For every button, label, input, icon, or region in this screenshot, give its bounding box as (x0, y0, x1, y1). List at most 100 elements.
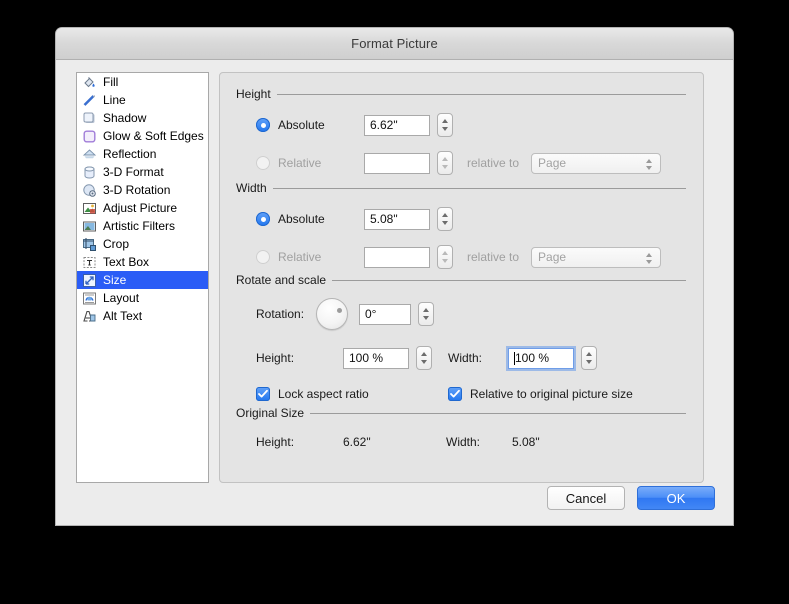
checkmark-icon (450, 389, 460, 398)
height-relative-label: Relative (278, 156, 322, 170)
original-height-value: 6.62" (343, 435, 371, 449)
original-size-group: Original Size Height: 6.62" Width: 5.08" (236, 406, 686, 449)
width-relative-label: Relative (278, 250, 322, 264)
window-title: Format Picture (351, 36, 438, 51)
scale-width-label: Width: (448, 351, 483, 365)
sidebar-item-label: Size (103, 273, 127, 287)
height-relative-stepper[interactable] (437, 151, 453, 175)
alt-text-icon (82, 309, 97, 324)
sidebar-item-3d-rotation[interactable]: 3-D Rotation (77, 181, 208, 199)
scale-width-stepper[interactable] (581, 346, 597, 370)
paint-bucket-icon (82, 75, 97, 90)
scale-height-label: Height: (256, 351, 295, 365)
height-relative-radio[interactable] (256, 156, 270, 170)
resize-arrow-icon (82, 273, 97, 288)
width-relative-to-dropdown[interactable]: Page (531, 246, 662, 268)
rotation-row: Rotation: 0° (236, 298, 686, 330)
width-group-header: Width (236, 181, 686, 195)
original-size-values-row: Height: 6.62" Width: 5.08" (236, 435, 686, 449)
rotation-stepper[interactable] (418, 302, 434, 326)
height-group: Height Absolute 6.62" Relative relative … (236, 87, 686, 175)
sidebar-item-alt-text[interactable]: Alt Text (77, 307, 208, 325)
scale-width-input[interactable]: 100 % (508, 347, 574, 369)
divider-line (272, 187, 686, 189)
glow-square-icon (82, 129, 97, 144)
sidebar-item-size[interactable]: Size (77, 271, 208, 289)
sidebar-item-line[interactable]: Line (77, 91, 208, 109)
dial-indicator-dot (337, 308, 342, 313)
sidebar-item-artistic-filters[interactable]: Artistic Filters (77, 217, 208, 235)
sidebar-item-reflection[interactable]: Reflection (77, 145, 208, 163)
dialog-button-bar: Cancel OK (547, 486, 715, 510)
sidebar-item-fill[interactable]: Fill (77, 73, 208, 91)
height-relative-input[interactable] (364, 152, 430, 174)
sidebar-item-shadow[interactable]: Shadow (77, 109, 208, 127)
lock-aspect-ratio-label: Lock aspect ratio (278, 387, 369, 401)
cylinder-icon (82, 165, 97, 180)
scale-height-input[interactable]: 100 % (343, 347, 409, 369)
filters-picture-icon (82, 219, 97, 234)
category-sidebar[interactable]: Fill Line Shadow Glow & Soft Edges Refle… (76, 72, 209, 483)
size-settings-panel: Height Absolute 6.62" Relative relative … (219, 72, 704, 483)
sidebar-item-adjust-picture[interactable]: Adjust Picture (77, 199, 208, 217)
reflection-icon (82, 147, 97, 162)
cancel-button[interactable]: Cancel (547, 486, 625, 510)
height-absolute-stepper[interactable] (437, 113, 453, 137)
rotation-label: Rotation: (256, 307, 305, 321)
height-absolute-radio[interactable] (256, 118, 270, 132)
rotation-dial[interactable] (316, 298, 348, 330)
relative-original-size-label: Relative to original picture size (470, 387, 633, 401)
height-relative-to-dropdown[interactable]: Page (531, 152, 662, 174)
width-relative-stepper[interactable] (437, 245, 453, 269)
dialog-body: Fill Line Shadow Glow & Soft Edges Refle… (56, 60, 733, 525)
checkmark-icon (258, 389, 268, 398)
chevron-updown-icon (646, 158, 653, 171)
width-relative-to-label: relative to (467, 250, 520, 264)
divider-line (276, 93, 686, 95)
scale-row: Height: 100 % Width: 100 % (236, 346, 686, 370)
sidebar-item-label: Artistic Filters (103, 219, 175, 233)
sidebar-item-label: Shadow (103, 111, 147, 125)
sidebar-item-3d-format[interactable]: 3-D Format (77, 163, 208, 181)
title-bar[interactable]: Format Picture (56, 28, 733, 60)
sidebar-item-text-box[interactable]: Text Box (77, 253, 208, 271)
width-relative-radio[interactable] (256, 250, 270, 264)
scale-checkbox-row: Lock aspect ratio Relative to original p… (236, 387, 686, 401)
sidebar-item-crop[interactable]: Crop (77, 235, 208, 253)
ok-button[interactable]: OK (637, 486, 715, 510)
sidebar-item-label: Fill (103, 75, 119, 89)
width-relative-to-value: Page (538, 250, 567, 264)
relative-original-size-checkbox[interactable] (448, 387, 462, 401)
sidebar-item-label: Alt Text (103, 309, 143, 323)
height-relative-to-value: Page (538, 156, 567, 170)
pencil-line-icon (82, 93, 97, 108)
original-height-label: Height: (256, 435, 295, 449)
original-size-group-title: Original Size (236, 406, 305, 420)
scale-height-stepper[interactable] (416, 346, 432, 370)
height-relative-to-label: relative to (467, 156, 520, 170)
sidebar-item-glow-soft-edges[interactable]: Glow & Soft Edges (77, 127, 208, 145)
sidebar-item-label: Layout (103, 291, 140, 305)
sidebar-item-label: Line (103, 93, 126, 107)
height-group-header: Height (236, 87, 686, 101)
original-size-group-header: Original Size (236, 406, 686, 420)
text-box-icon (82, 255, 97, 270)
lock-aspect-ratio-checkbox[interactable] (256, 387, 270, 401)
width-relative-input[interactable] (364, 246, 430, 268)
width-absolute-radio[interactable] (256, 212, 270, 226)
rotation-input[interactable]: 0° (359, 303, 411, 325)
divider-line (310, 412, 686, 414)
width-group-title: Width (236, 181, 267, 195)
width-absolute-input[interactable]: 5.08" (364, 208, 430, 230)
height-group-title: Height (236, 87, 271, 101)
width-absolute-stepper[interactable] (437, 207, 453, 231)
width-relative-row: Relative relative to Page (236, 245, 686, 269)
height-absolute-input[interactable]: 6.62" (364, 114, 430, 136)
width-absolute-label: Absolute (278, 212, 325, 226)
height-absolute-label: Absolute (278, 118, 325, 132)
scale-width-value: 100 % (515, 351, 550, 365)
sidebar-item-layout[interactable]: Layout (77, 289, 208, 307)
sphere-rotation-icon (82, 183, 97, 198)
sidebar-item-label: Text Box (103, 255, 150, 269)
sidebar-item-label: 3-D Rotation (103, 183, 171, 197)
